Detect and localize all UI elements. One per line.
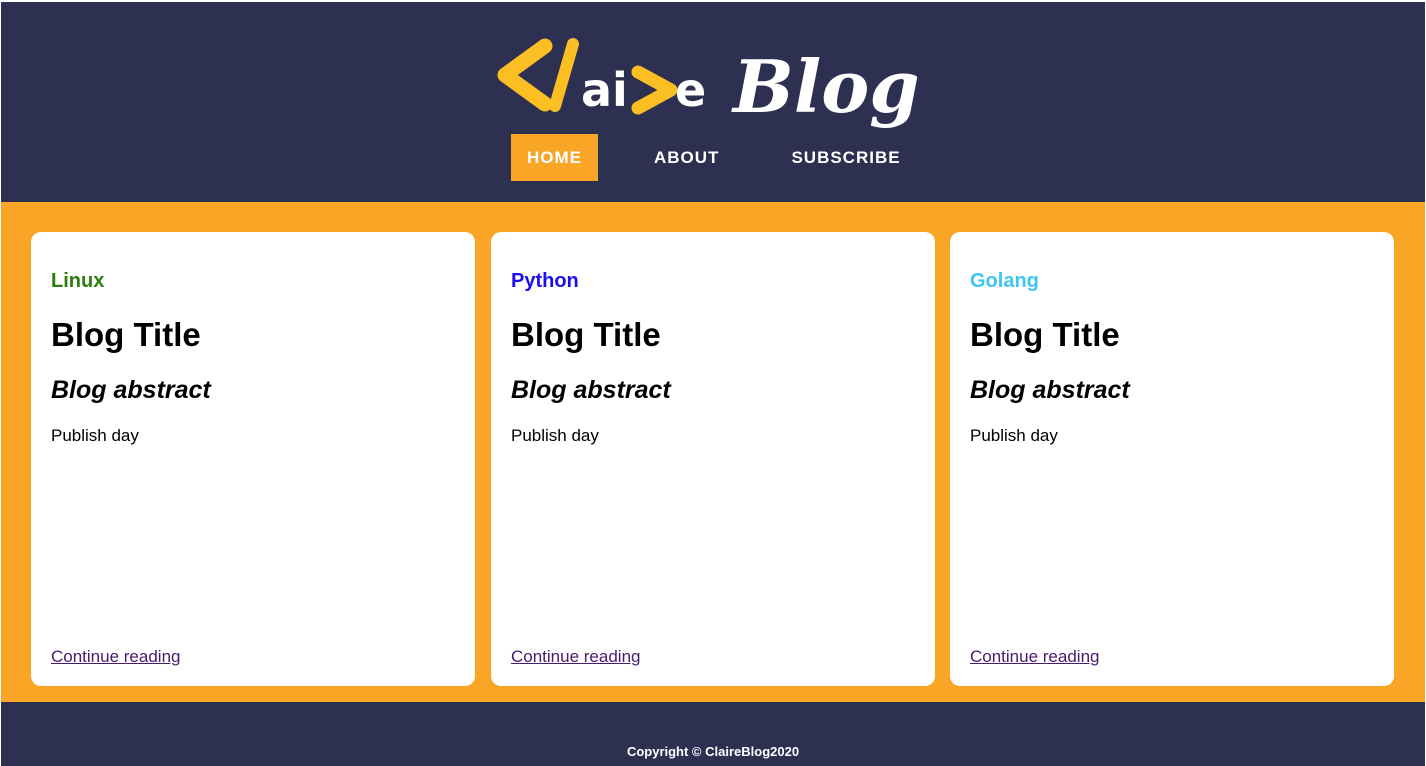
logo-blog: Blog bbox=[731, 44, 920, 128]
logo-bracket-left bbox=[497, 38, 553, 112]
continue-reading-link[interactable]: Continue reading bbox=[51, 647, 180, 667]
post-category[interactable]: Python bbox=[511, 270, 579, 293]
post-card: Python Blog Title Blog abstract Publish … bbox=[491, 232, 935, 686]
post-card: Linux Blog Title Blog abstract Publish d… bbox=[31, 232, 475, 686]
logo-ai: ai bbox=[581, 63, 628, 117]
continue-reading-link[interactable]: Continue reading bbox=[970, 647, 1099, 667]
logo-e: e bbox=[675, 63, 706, 117]
continue-reading-link[interactable]: Continue reading bbox=[511, 647, 640, 667]
copyright-text: Copyright © ClaireBlog2020 bbox=[626, 744, 800, 759]
post-title: Blog Title bbox=[970, 316, 1120, 353]
post-title: Blog Title bbox=[51, 316, 201, 353]
posts-section: Linux Blog Title Blog abstract Publish d… bbox=[1, 202, 1425, 702]
post-abstract: Blog abstract bbox=[511, 376, 671, 404]
post-publish-date: Publish day bbox=[970, 426, 1058, 445]
post-publish-date: Publish day bbox=[511, 426, 599, 445]
post-category[interactable]: Linux bbox=[51, 270, 104, 293]
site-footer: Copyright © ClaireBlog2020 bbox=[1, 702, 1425, 766]
logo-slash bbox=[549, 38, 579, 112]
post-title: Blog Title bbox=[511, 316, 661, 353]
nav-home[interactable]: HOME bbox=[511, 134, 598, 181]
nav-about[interactable]: ABOUT bbox=[638, 134, 735, 181]
post-abstract: Blog abstract bbox=[970, 376, 1130, 404]
logo-graphic: ai e Blog bbox=[497, 38, 920, 128]
post-abstract: Blog abstract bbox=[51, 376, 211, 404]
site-header: ai e Blog HOME ABOUT SUBSCRIBE bbox=[1, 2, 1425, 202]
site-logo[interactable]: ai e Blog bbox=[1, 28, 1425, 128]
nav-subscribe[interactable]: SUBSCRIBE bbox=[775, 134, 916, 181]
post-publish-date: Publish day bbox=[51, 426, 139, 445]
post-card: Golang Blog Title Blog abstract Publish … bbox=[950, 232, 1394, 686]
post-category[interactable]: Golang bbox=[970, 270, 1039, 293]
page: ai e Blog HOME ABOUT SUBSCRIBE Linux Blo… bbox=[1, 2, 1425, 766]
logo-bracket-right bbox=[631, 65, 678, 115]
main-nav: HOME ABOUT SUBSCRIBE bbox=[511, 134, 917, 181]
